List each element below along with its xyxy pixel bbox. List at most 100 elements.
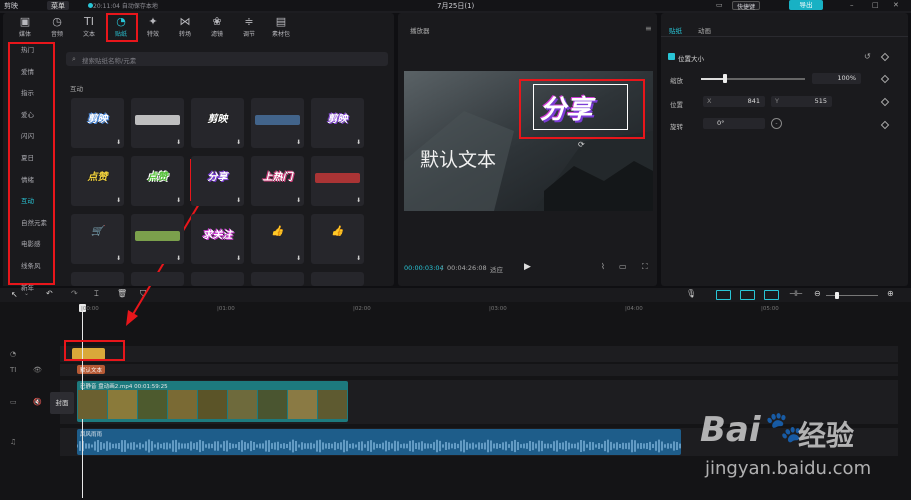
menu-button[interactable]: 菜单 xyxy=(47,1,69,10)
view-mode-select[interactable]: 适应 xyxy=(490,264,503,274)
category-item[interactable]: 新年 xyxy=(21,282,34,292)
category-item[interactable]: 夏日 xyxy=(21,152,34,162)
download-icon[interactable]: ⬇ xyxy=(176,139,181,146)
maximize-icon[interactable]: □ xyxy=(872,1,879,9)
download-icon[interactable]: ⬇ xyxy=(356,197,361,204)
waveform-icon[interactable]: ⌇ xyxy=(601,262,605,271)
sticker-search-input[interactable]: 搜索贴纸名称/元素 xyxy=(66,52,388,66)
sticker-card[interactable]: 上热门 ⬇ xyxy=(251,156,304,206)
sticker-clip[interactable] xyxy=(72,348,105,360)
download-icon[interactable]: ⬇ xyxy=(116,139,121,146)
sticker-card[interactable] xyxy=(71,272,124,286)
sticker-card[interactable] xyxy=(251,272,304,286)
sticker-card[interactable]: 求关注 ⬇ xyxy=(191,214,244,264)
category-item[interactable]: 热门 xyxy=(21,44,34,54)
sticker-card[interactable]: ⬇ xyxy=(131,98,184,148)
export-button[interactable]: 导出 xyxy=(789,0,823,10)
sticker-card[interactable]: 剪映 ⬇ xyxy=(311,98,364,148)
scale-slider-handle[interactable] xyxy=(723,74,727,83)
cover-button[interactable]: 封面 xyxy=(50,392,74,414)
microphone-icon[interactable]: 🎙 xyxy=(686,289,696,298)
close-icon[interactable]: ✕ xyxy=(893,1,899,9)
download-icon[interactable]: ⬇ xyxy=(296,197,301,204)
download-icon[interactable]: ⬇ xyxy=(116,255,121,262)
scale-input[interactable]: 100% xyxy=(812,73,861,84)
more-icon[interactable]: ≡ xyxy=(645,24,652,33)
tab-sticker[interactable]: 贴纸 xyxy=(669,25,682,35)
play-icon[interactable]: ▶ xyxy=(524,262,531,272)
position-x-input[interactable]: X 841 xyxy=(703,96,765,107)
preview-axis-icon[interactable]: ⊣⊢ xyxy=(789,289,803,298)
ratio-icon[interactable]: ▭ xyxy=(619,262,627,271)
rotate-handle-icon[interactable]: ⟳ xyxy=(578,140,585,149)
sticker-card[interactable]: ⬇ xyxy=(131,214,184,264)
zoom-in-icon[interactable]: ⊕ xyxy=(887,289,894,298)
sticker-card[interactable]: 点赞 ⬇ xyxy=(131,156,184,206)
select-tool-icon[interactable]: ↖ xyxy=(11,290,18,299)
auto-snap-icon[interactable] xyxy=(740,290,755,300)
sticker-card[interactable] xyxy=(191,272,244,286)
sticker-card[interactable] xyxy=(131,272,184,286)
mute-icon[interactable]: 🔇 xyxy=(33,398,42,406)
download-icon[interactable]: ⬇ xyxy=(236,139,241,146)
download-icon[interactable]: ⬇ xyxy=(236,255,241,262)
category-item[interactable]: 线条风 xyxy=(21,260,41,270)
download-icon[interactable]: ⬇ xyxy=(296,255,301,262)
tab-adjust[interactable]: ≑ 调节 xyxy=(234,15,264,41)
download-icon[interactable]: ⬇ xyxy=(296,139,301,146)
reset-icon[interactable]: ↺ xyxy=(864,52,871,61)
rotate-dial-icon[interactable]: - xyxy=(771,118,782,129)
sticker-card[interactable]: ⬇ xyxy=(311,156,364,206)
category-item[interactable]: 爱情 xyxy=(21,66,34,76)
zoom-slider-handle[interactable] xyxy=(835,292,839,299)
sticker-card[interactable]: 👍 ⬇ xyxy=(311,214,364,264)
category-item[interactable]: 爱心 xyxy=(21,109,34,119)
sticker-card[interactable]: 点赞 ⬇ xyxy=(71,156,124,206)
category-item[interactable]: 自然元素 xyxy=(21,217,47,227)
category-item[interactable]: 闪闪 xyxy=(21,130,34,140)
download-icon[interactable]: ⬇ xyxy=(236,197,241,204)
split-icon[interactable]: ⌶ xyxy=(94,289,99,299)
layout-icon[interactable]: ▭ xyxy=(716,1,723,9)
position-y-input[interactable]: Y 515 xyxy=(771,96,832,107)
fullscreen-icon[interactable]: ⛶ xyxy=(642,262,648,272)
minimize-icon[interactable]: – xyxy=(850,1,854,9)
category-item[interactable]: 指示 xyxy=(21,87,34,97)
tab-animation[interactable]: 动画 xyxy=(698,25,711,35)
position-size-checkbox[interactable] xyxy=(668,53,675,60)
sticker-card[interactable]: 剪映 ⬇ xyxy=(71,98,124,148)
category-item[interactable]: 情绪 xyxy=(21,174,34,184)
download-icon[interactable]: ⬇ xyxy=(356,139,361,146)
tab-transition[interactable]: ⋈ 转场 xyxy=(170,15,200,41)
link-main-track-icon[interactable] xyxy=(716,290,731,300)
tab-media[interactable]: ▣ 媒体 xyxy=(10,15,40,41)
linkage-icon[interactable] xyxy=(764,290,779,300)
download-icon[interactable]: ⬇ xyxy=(116,197,121,204)
download-icon[interactable]: ⬇ xyxy=(176,197,181,204)
sticker-card[interactable]: ⬇ xyxy=(251,98,304,148)
sticker-card[interactable]: 🛒 ⬇ xyxy=(71,214,124,264)
eye-icon[interactable]: 👁 xyxy=(33,366,42,374)
shortcut-button[interactable]: 快捷键 xyxy=(732,1,761,11)
redo-icon[interactable]: ↷ xyxy=(71,289,78,298)
sticker-card[interactable] xyxy=(311,272,364,286)
sticker-overlay[interactable]: 分享 xyxy=(533,84,628,130)
sticker-card[interactable]: 分享 ⬇ xyxy=(191,156,244,206)
sticker-card[interactable]: 剪映 ⬇ xyxy=(191,98,244,148)
tab-audio[interactable]: ◷ 音频 xyxy=(42,15,72,41)
tab-filter[interactable]: ❀ 滤镜 xyxy=(202,15,232,41)
tab-sticker[interactable]: ◔ 贴纸 xyxy=(106,15,136,41)
text-overlay[interactable]: 默认文本 xyxy=(420,145,496,172)
category-item[interactable]: 电影感 xyxy=(21,238,41,248)
category-item[interactable]: 互动 xyxy=(21,195,34,205)
tab-text[interactable]: TI 文本 xyxy=(74,15,104,41)
zoom-out-icon[interactable]: ⊖ xyxy=(814,289,821,298)
sticker-card[interactable]: 👍 ⬇ xyxy=(251,214,304,264)
tab-effect[interactable]: ✦ 特效 xyxy=(138,15,168,41)
undo-icon[interactable]: ↶ xyxy=(46,289,53,298)
zoom-slider-track[interactable] xyxy=(826,295,878,296)
rotate-input[interactable]: 0° xyxy=(703,118,765,129)
download-icon[interactable]: ⬇ xyxy=(356,255,361,262)
tab-package[interactable]: ▤ 素材包 xyxy=(266,15,296,41)
download-icon[interactable]: ⬇ xyxy=(176,255,181,262)
